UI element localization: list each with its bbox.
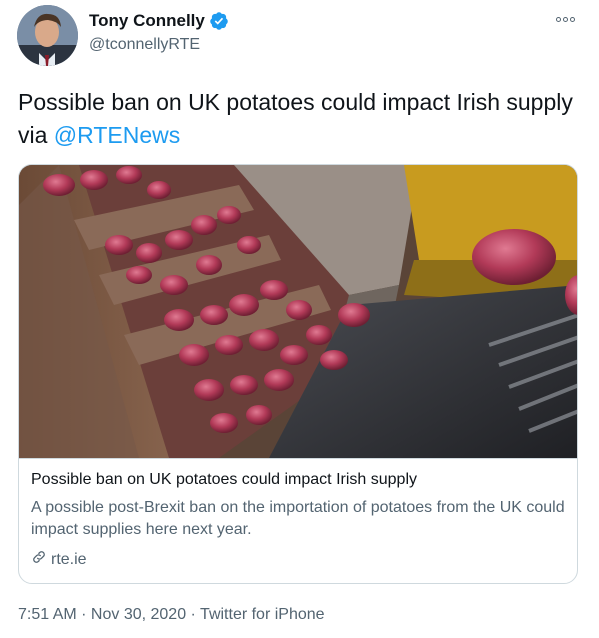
- tweet-meta: 7:51 AM · Nov 30, 2020 · Twitter for iPh…: [18, 606, 325, 624]
- link-icon: [31, 549, 47, 570]
- avatar[interactable]: [17, 5, 78, 66]
- more-dot-icon: [562, 16, 568, 22]
- more-dot-icon: [555, 16, 561, 22]
- card-body: Possible ban on UK potatoes could impact…: [19, 458, 577, 568]
- author-block: Tony Connelly @tconnellyRTE: [89, 10, 229, 54]
- name-row: Tony Connelly: [89, 10, 229, 32]
- meta-separator: ·: [186, 606, 201, 623]
- tweet-time[interactable]: 7:51 AM: [18, 606, 77, 623]
- card-domain-text: rte.ie: [51, 550, 87, 568]
- more-dot-icon: [569, 16, 575, 22]
- tweet-text: Possible ban on UK potatoes could impact…: [18, 86, 588, 152]
- author-handle[interactable]: @tconnellyRTE: [89, 36, 229, 54]
- more-options-button[interactable]: [551, 8, 579, 30]
- card-image[interactable]: [19, 165, 577, 458]
- card-title: Possible ban on UK potatoes could impact…: [31, 471, 417, 488]
- verified-badge-icon: [209, 11, 229, 31]
- tweet: Tony Connelly @tconnellyRTE Possible ban…: [0, 0, 599, 638]
- tweet-date[interactable]: Nov 30, 2020: [91, 606, 186, 623]
- mention-link[interactable]: @RTENews: [54, 122, 180, 148]
- card-domain: rte.ie: [31, 549, 87, 570]
- link-card[interactable]: Possible ban on UK potatoes could impact…: [18, 164, 578, 584]
- card-description: A possible post-Brexit ban on the import…: [31, 499, 565, 538]
- author-display-name[interactable]: Tony Connelly: [89, 11, 205, 31]
- tweet-source[interactable]: Twitter for iPhone: [200, 606, 325, 623]
- meta-separator: ·: [76, 606, 91, 623]
